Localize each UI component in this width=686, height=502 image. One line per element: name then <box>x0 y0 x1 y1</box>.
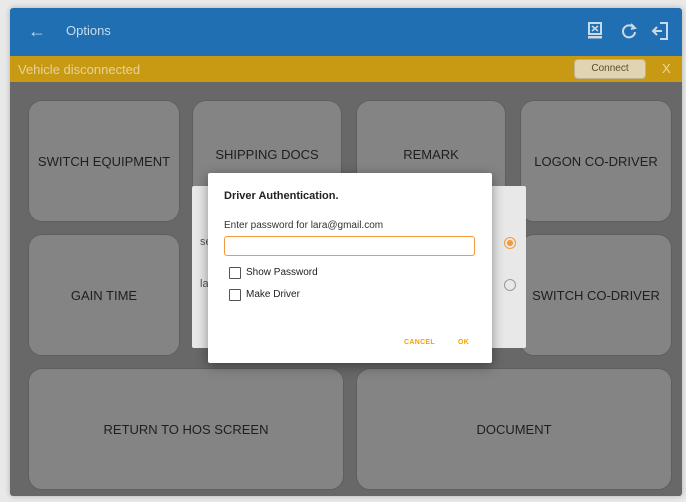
show-password-label: Show Password <box>246 267 318 278</box>
refresh-icon[interactable] <box>618 20 640 42</box>
driver-authentication-dialog: Driver Authentication. Enter password fo… <box>208 173 492 363</box>
logout-icon[interactable] <box>650 20 672 42</box>
password-input[interactable] <box>224 236 475 256</box>
radio-button[interactable] <box>504 279 516 291</box>
close-banner-button[interactable]: X <box>662 61 671 76</box>
show-password-checkbox[interactable] <box>229 267 241 279</box>
make-driver-checkbox[interactable] <box>229 289 241 301</box>
connection-banner: Vehicle disconnected Connect X <box>10 56 682 82</box>
dialog-title: Driver Authentication. <box>224 190 339 202</box>
ok-button[interactable]: OK <box>458 339 469 346</box>
app-window: ← Options Vehicle disconnected Connect X… <box>10 8 682 496</box>
radio-button[interactable] <box>504 237 516 249</box>
connect-button[interactable]: Connect <box>574 59 646 79</box>
options-grid: SWITCH EQUIPMENT SHIPPING DOCS REMARK LO… <box>10 82 682 496</box>
page-title: Options <box>66 23 111 38</box>
password-prompt: Enter password for lara@gmail.com <box>224 220 384 231</box>
app-bar: ← Options <box>10 8 682 56</box>
make-driver-label: Make Driver <box>246 289 300 300</box>
cancel-button[interactable]: CANCEL <box>404 339 435 346</box>
back-arrow-icon[interactable]: ← <box>28 21 46 42</box>
connection-status-text: Vehicle disconnected <box>18 62 141 77</box>
eld-device-icon[interactable] <box>584 20 606 42</box>
